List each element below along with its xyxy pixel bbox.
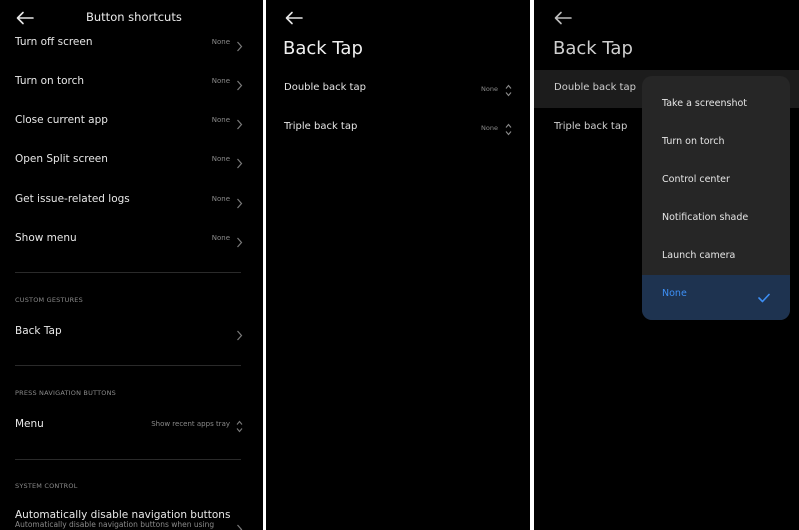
back-tap-screen: Back Tap Double back tap None Triple bac… [266,0,530,530]
shortcut-row-show-menu[interactable]: Show menu None [15,229,243,249]
page-title: Back Tap [283,38,363,59]
back-arrow-icon[interactable] [16,11,34,25]
row-label: Triple back tap [554,121,628,132]
section-heading-custom-gestures: CUSTOM GESTURES [15,296,83,304]
row-value: None [211,234,230,242]
dropdown-option-notification-shade[interactable]: Notification shade [642,199,790,237]
double-back-tap-row[interactable]: Double back tap None [284,80,512,100]
row-value: None [211,155,230,163]
row-label: Turn on torch [15,75,85,87]
row-label: Open Split screen [15,153,108,165]
row-label: Close current app [15,114,108,126]
row-value: Show recent apps tray [151,420,230,428]
dropdown-option-control-center[interactable]: Control center [642,161,790,199]
chevron-right-icon [236,115,243,130]
back-tap-row[interactable]: Back Tap [15,322,243,342]
shortcut-row-get-issue-logs[interactable]: Get issue-related logs None [15,190,243,210]
divider [15,459,241,460]
page-title: Back Tap [553,38,633,59]
row-label: Get issue-related logs [15,193,130,205]
up-down-chevron-icon [505,121,512,136]
menu-row[interactable]: Menu Show recent apps tray [15,415,243,435]
chevron-right-icon [236,520,243,530]
row-value: None [481,85,498,93]
shortcut-row-close-current-app[interactable]: Close current app None [15,111,243,131]
row-value: None [211,38,230,46]
dropdown-option-turn-on-torch[interactable]: Turn on torch [642,123,790,161]
divider [15,365,241,366]
option-label: Take a screenshot [662,98,748,109]
option-label: None [662,288,687,299]
chevron-right-icon [236,37,243,52]
shortcut-row-turn-on-torch[interactable]: Turn on torch None [15,72,243,92]
section-heading-press-navigation: PRESS NAVIGATION BUTTONS [15,389,116,397]
dropdown-option-none[interactable]: None [642,275,790,320]
option-label: Launch camera [662,250,736,261]
row-label: Menu [15,418,44,430]
row-subtitle: Automatically disable navigation buttons… [15,520,215,529]
row-value: None [211,116,230,124]
row-value: None [211,195,230,203]
divider [15,272,241,273]
shortcut-row-turn-off-screen[interactable]: Turn off screen None [15,33,243,53]
checkmark-icon [758,288,770,303]
chevron-right-icon [236,154,243,169]
row-label: Double back tap [554,82,636,93]
page-title: Button shortcuts [86,10,182,24]
section-heading-system-control: SYSTEM CONTROL [15,482,78,490]
up-down-chevron-icon [505,82,512,97]
option-label: Notification shade [662,212,749,223]
option-label: Control center [662,174,730,185]
dropdown-option-take-screenshot[interactable]: Take a screenshot [642,85,790,123]
chevron-right-icon [236,326,243,341]
action-dropdown-menu: Take a screenshot Turn on torch Control … [642,76,790,320]
row-label: Show menu [15,232,77,244]
shortcut-row-open-split-screen[interactable]: Open Split screen None [15,150,243,170]
row-label: Double back tap [284,82,366,93]
triple-back-tap-row[interactable]: Triple back tap None [284,119,512,139]
back-arrow-icon[interactable] [285,11,303,25]
row-label: Back Tap [15,325,62,337]
dropdown-option-launch-camera[interactable]: Launch camera [642,237,790,275]
back-arrow-icon[interactable] [554,11,572,25]
up-down-chevron-icon [236,418,243,433]
row-value: None [211,77,230,85]
chevron-right-icon [236,76,243,91]
option-label: Turn on torch [662,136,725,147]
row-label: Triple back tap [284,121,358,132]
chevron-right-icon [236,233,243,248]
row-label: Turn off screen [15,36,93,48]
button-shortcuts-screen: Button shortcuts Turn off screen None Tu… [0,0,263,530]
row-value: None [481,124,498,132]
back-tap-dropdown-screen: Back Tap Double back tap Triple back tap… [534,0,799,530]
chevron-right-icon [236,194,243,209]
